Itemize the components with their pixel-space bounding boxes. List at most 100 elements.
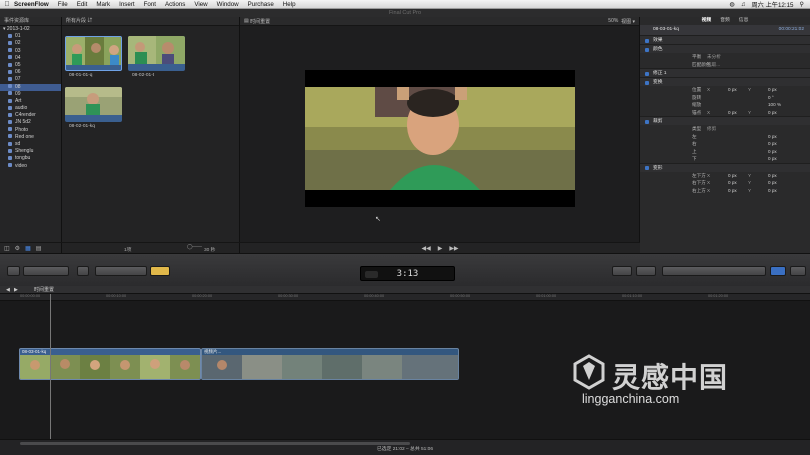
view-options[interactable]: 视图 ▾ (618, 18, 635, 25)
wifi-icon[interactable]: ◍ (729, 1, 734, 8)
property-value[interactable]: 0 px (768, 179, 777, 187)
inspector-section-header[interactable]: 修正 1 (640, 68, 810, 77)
media-import-button[interactable] (7, 266, 20, 276)
checkbox-icon[interactable] (645, 38, 649, 43)
inspector-property[interactable]: 缩放 100 % (640, 101, 810, 109)
property-value[interactable]: 0 px (768, 148, 777, 156)
property-value[interactable]: 0 px (768, 140, 777, 148)
duration-zoom[interactable]: 30 秒 (204, 246, 215, 253)
transitions-button[interactable] (790, 266, 806, 276)
menu-purchase[interactable]: Purchase (248, 1, 274, 8)
event-item[interactable]: Shenglu (0, 148, 61, 155)
property-value[interactable]: 0 ° (768, 94, 774, 102)
playhead[interactable] (50, 294, 51, 439)
inspector-section-header[interactable]: 裁剪 (640, 116, 810, 125)
menu-window[interactable]: Window (217, 1, 239, 8)
property-value[interactable]: 0 px (768, 109, 777, 117)
clock[interactable]: 周六 上午12:15 (752, 0, 794, 9)
list-view-icon[interactable]: ▦ (25, 245, 31, 252)
edit-modes-button[interactable] (95, 266, 147, 276)
gear-icon[interactable]: ⚙ (15, 245, 20, 252)
clip-thumbnail[interactable] (65, 87, 122, 122)
grid-view-icon[interactable]: ▤ (36, 245, 42, 252)
event-item[interactable]: 03 (0, 48, 61, 55)
effects-browser-button[interactable] (770, 266, 786, 276)
tab-info[interactable]: 信息 (739, 17, 749, 25)
inspector-section-header[interactable]: 效果 (640, 35, 810, 44)
rewind-icon[interactable]: ◀◀ (421, 245, 430, 252)
inspector-section-header[interactable]: 变形 (640, 162, 810, 172)
search-button[interactable] (77, 266, 89, 276)
checkbox-icon[interactable] (645, 119, 649, 124)
menu-actions[interactable]: Actions (165, 1, 185, 8)
inspector-property[interactable]: 下 0 px (640, 155, 810, 163)
back-icon[interactable]: ◀ (6, 286, 10, 294)
menu-help[interactable]: Help (283, 1, 296, 8)
forward-icon[interactable]: ▶▶ (449, 245, 458, 252)
event-item[interactable]: audio (0, 105, 61, 112)
event-item[interactable]: 01 (0, 33, 61, 40)
effects-buttons[interactable] (662, 266, 766, 276)
timeline-clip[interactable]: 08-03-01-kq (19, 348, 201, 380)
library-root[interactable]: ▾ 2013-1-02 (0, 26, 61, 33)
event-item[interactable]: 08 (0, 83, 61, 91)
zoom-menu[interactable]: 50% (608, 18, 618, 24)
checkbox-icon[interactable] (645, 71, 649, 76)
inspector-property[interactable]: 上 0 px (640, 148, 810, 156)
tool-select-button[interactable] (150, 266, 170, 276)
inspector-property[interactable]: 平衡 未分析 (640, 53, 810, 61)
menu-edit[interactable]: Edit (77, 1, 88, 8)
inspector-property[interactable]: 右 0 px (640, 140, 810, 148)
event-item[interactable]: 09 (0, 91, 61, 98)
inspector-property[interactable]: 位置 X 0 px Y 0 px (640, 86, 810, 94)
search-icon[interactable]: ⚲ (799, 1, 804, 8)
event-item[interactable]: Red one (0, 134, 61, 141)
apple-icon[interactable]:  (0, 1, 14, 8)
property-value[interactable]: 100 % (768, 101, 781, 109)
app-menu[interactable]: ScreenFlow (14, 1, 49, 8)
video-frame[interactable] (305, 70, 575, 207)
inspector-property[interactable]: 匹配颜色 选取... (640, 61, 810, 69)
property-value[interactable]: 0 px (728, 109, 737, 117)
play-icon[interactable]: ▶ (438, 245, 443, 252)
clip-thumbnail[interactable] (65, 36, 122, 71)
event-item[interactable]: Photo (0, 127, 61, 134)
menu-insert[interactable]: Insert (119, 1, 134, 8)
inspector-property[interactable]: 锚点 X 0 px Y 0 px (640, 109, 810, 117)
event-item[interactable]: tongbu (0, 155, 61, 162)
sort-icon[interactable]: ⇵ (87, 18, 92, 24)
keyword-button[interactable] (23, 266, 69, 276)
checkbox-icon[interactable] (645, 47, 649, 52)
inspector-property[interactable]: 右下方 X 0 px Y 0 px (640, 179, 810, 187)
menu-mark[interactable]: Mark (96, 1, 110, 8)
menu-font[interactable]: Font (144, 1, 156, 8)
event-item[interactable]: 06 (0, 69, 61, 76)
retime-button[interactable] (636, 266, 656, 276)
event-item[interactable]: 07 (0, 76, 61, 83)
timeline-clip[interactable]: 视频片... (201, 348, 459, 380)
menu-view[interactable]: View (194, 1, 207, 8)
checkbox-icon[interactable] (645, 80, 649, 85)
property-value[interactable]: 0 px (768, 187, 777, 195)
property-value[interactable]: 0 px (768, 155, 777, 163)
tab-video[interactable]: 视频 (702, 17, 712, 25)
inspector-property[interactable]: 类型 修剪 (640, 125, 810, 133)
inspector-property[interactable]: 旋转 0 ° (640, 94, 810, 102)
property-value[interactable]: 0 px (728, 187, 737, 195)
menu-file[interactable]: File (58, 1, 68, 8)
property-value[interactable]: 0 px (768, 86, 777, 94)
inspector-section-header[interactable]: 变换 (640, 77, 810, 86)
disclosure-triangle-icon[interactable]: ▾ (3, 26, 6, 32)
event-item[interactable]: sd (0, 141, 61, 148)
property-value[interactable]: 0 px (728, 179, 737, 187)
property-value[interactable]: 0 px (768, 133, 777, 141)
volume-icon[interactable]: ♫ (741, 1, 746, 8)
clip-thumbnail[interactable] (128, 36, 185, 71)
property-value[interactable]: 0 px (728, 172, 737, 180)
library-toggle-icon[interactable]: ◫ (4, 245, 10, 252)
event-item[interactable]: JN 5d2 (0, 119, 61, 126)
zoom-slider[interactable]: ◯—— (187, 245, 202, 250)
forward-nav-icon[interactable]: ▶ (14, 286, 18, 294)
inspector-property[interactable]: 左 0 px (640, 133, 810, 141)
dashboard-timecode[interactable]: 3:13 (360, 266, 455, 281)
